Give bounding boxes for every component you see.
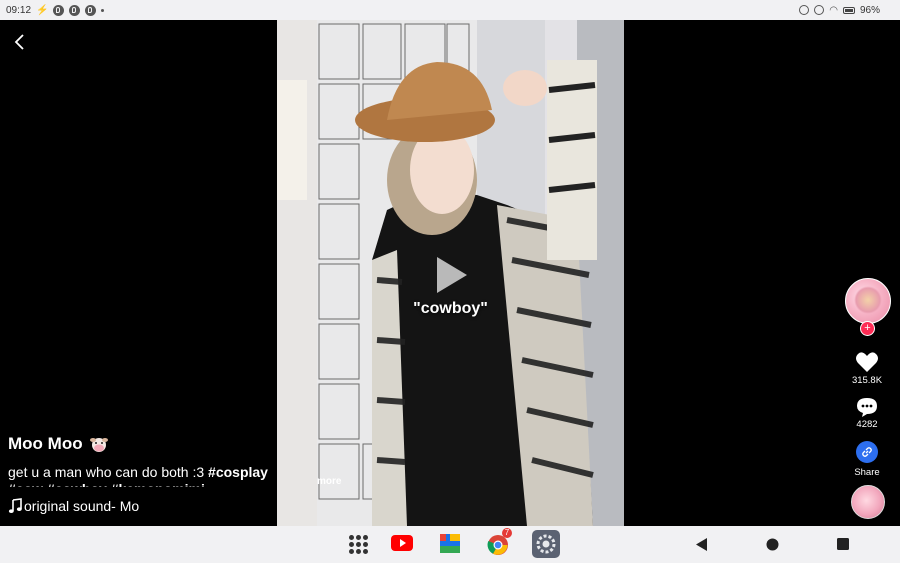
back-button[interactable]: [10, 32, 30, 52]
creator-avatar[interactable]: [845, 278, 891, 324]
home-nav-icon[interactable]: [766, 538, 779, 551]
pinterest-icon: [53, 4, 65, 16]
youtube-icon[interactable]: [391, 535, 413, 551]
comment-button[interactable]: 4282: [840, 396, 894, 430]
chrome-notification-badge: 7: [502, 528, 512, 538]
navigation-bar: 7: [0, 526, 900, 563]
sync-icon: [799, 5, 810, 15]
status-time: 09:12: [6, 4, 32, 16]
hashtag-link[interactable]: #cosplay: [208, 464, 268, 480]
comment-icon: [857, 398, 877, 417]
sound-link[interactable]: original sound- Mo: [8, 498, 153, 514]
settings-icon[interactable]: [532, 530, 560, 558]
more-notifications-icon: [101, 8, 105, 12]
pinterest-icon: [85, 4, 97, 16]
recents-nav-icon[interactable]: [837, 538, 849, 550]
avatar-image: [854, 286, 882, 314]
hashtag-row-truncated[interactable]: #cow #cowboy #kemonomimi: [8, 481, 308, 487]
music-note-icon: [8, 498, 22, 513]
sound-disc[interactable]: [851, 485, 885, 519]
battery-level: 96%: [859, 4, 880, 16]
like-button[interactable]: 315.8K: [840, 351, 894, 386]
sound-title: original sound- Mo: [24, 498, 140, 514]
description-text: get u a man who can do both :3: [8, 464, 209, 480]
battery-icon: [842, 6, 855, 14]
lightning-icon: ⚡: [36, 4, 49, 16]
share-button[interactable]: Share: [840, 441, 894, 478]
video-feed: "cowboy" Moo Moo get u a man who can do …: [0, 20, 900, 526]
wifi-icon: ◠: [829, 4, 838, 16]
back-nav-icon[interactable]: [696, 538, 708, 551]
author-name[interactable]: Moo Moo: [8, 434, 83, 454]
do-not-disturb-icon: [814, 5, 825, 15]
author-row[interactable]: Moo Moo: [8, 434, 308, 454]
chevron-left-icon: [14, 34, 24, 50]
drive-icon[interactable]: [440, 534, 460, 553]
heart-icon: [856, 352, 878, 372]
post-info: Moo Moo get u a man who can do both :3 #…: [8, 434, 308, 487]
share-label: Share: [854, 467, 880, 478]
video-player[interactable]: "cowboy": [277, 20, 624, 526]
link-icon: [862, 447, 872, 457]
pinterest-icon: [69, 4, 81, 16]
more-button[interactable]: more: [317, 476, 341, 487]
play-icon[interactable]: [435, 255, 469, 295]
status-bar: 09:12 ⚡ ◠ 96%: [0, 0, 900, 20]
video-caption-overlay: "cowboy": [413, 300, 488, 317]
comment-count: 4282: [856, 419, 878, 430]
like-count: 315.8K: [851, 375, 883, 386]
follow-button[interactable]: +: [860, 321, 875, 336]
chrome-button[interactable]: 7: [487, 528, 512, 556]
cow-emoji-icon: [89, 438, 108, 452]
share-icon-circle: [856, 441, 878, 463]
app-drawer-button[interactable]: [349, 535, 368, 554]
